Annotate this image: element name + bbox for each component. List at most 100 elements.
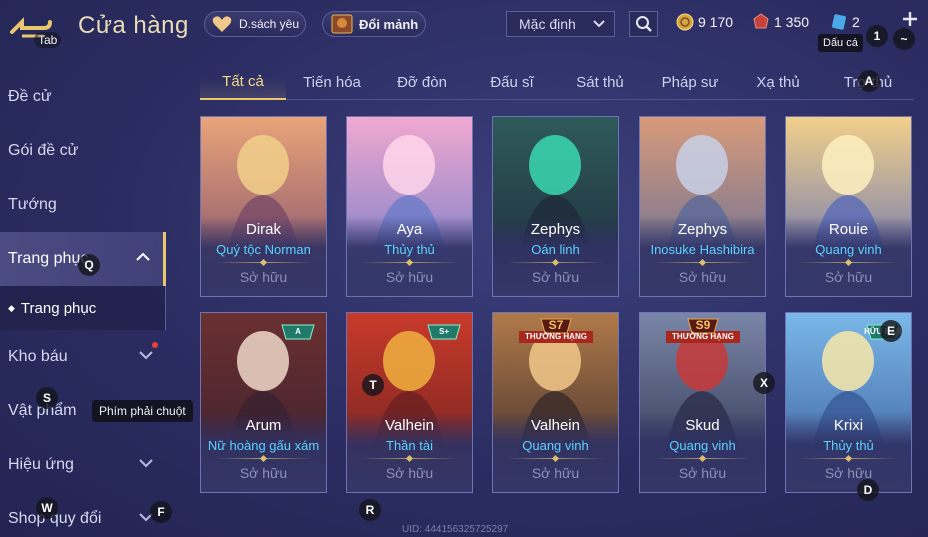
hero-name: Aya (396, 221, 423, 238)
tier-badge: S+ (424, 321, 464, 345)
card-divider (654, 262, 751, 263)
hero-name: Zephys (530, 221, 581, 238)
card-divider (800, 262, 897, 263)
exchange-label: Đổi mảnh (359, 16, 419, 32)
tab-fighter[interactable]: Đấu sĩ (470, 64, 554, 100)
wishlist-button[interactable]: D.sách yêu (204, 11, 306, 37)
category-tabs: Tất cả Tiến hóa Đỡ đòn Đấu sĩ Sát thủ Ph… (200, 64, 914, 100)
chevron-down-icon (139, 459, 153, 468)
skin-card[interactable]: Aya Thủy thủ Sở hữu (346, 116, 473, 297)
tab-all[interactable]: Tất cả (200, 64, 286, 100)
tab-assassin[interactable]: Sát thủ (558, 64, 642, 100)
skin-card[interactable]: Zephys Inosuke Hashibira Sở hữu (639, 116, 766, 297)
owned-status: Sở hữu (239, 269, 288, 285)
heart-icon (211, 14, 233, 34)
season-reward-badge: S9 THƯỞNG HẠNG (664, 317, 742, 347)
key-hint-d: D (857, 479, 879, 501)
voucher-currency: 2 (830, 13, 860, 31)
user-id: UID: 444156325725297 (402, 524, 509, 535)
tier-badge-label: A (295, 327, 301, 336)
right-click-tooltip: Phím phải chuột (92, 400, 193, 422)
skin-name: Nữ hoàng gấu xám (207, 438, 320, 453)
season-label: S7 (548, 318, 564, 332)
wishlist-label: D.sách yêu (239, 17, 300, 31)
skin-card[interactable]: Valhein Quang vinh Sở hữu S7 THƯỞNG HẠNG (492, 312, 619, 493)
exchange-shards-button[interactable]: Đổi mảnh (322, 11, 426, 37)
skin-card[interactable]: Arum Nữ hoàng gấu xám Sở hữu A (200, 312, 327, 493)
sidebar-item-label: Gói đề cử (8, 142, 79, 159)
search-icon (635, 16, 652, 32)
tab-marksman[interactable]: Xạ thủ (736, 64, 820, 100)
skin-name: Quang vinh (522, 438, 589, 453)
skin-card[interactable]: Valhein Thần tài Sở hữu S+ (346, 312, 473, 493)
card-divider (361, 262, 458, 263)
sidebar-item-featured[interactable]: Đề cử (0, 70, 166, 124)
sidebar-item-label: Hiệu ứng (8, 456, 74, 473)
sidebar-item-heroes[interactable]: Tướng (0, 178, 166, 232)
sidebar-item-exchange-shop[interactable]: Shop quy đổi (0, 492, 166, 537)
owned-status: Sở hữu (385, 465, 434, 481)
owned-status: Sở hữu (824, 465, 873, 481)
skin-card[interactable]: Rouie Quang vinh Sở hữu (785, 116, 912, 297)
skin-name: Inosuke Hashibira (650, 242, 755, 257)
gold-currency: 9 170 (676, 13, 733, 31)
card-divider (215, 458, 312, 459)
sidebar-subitem-label: Trang phục (20, 299, 97, 317)
key-hint-a: A (858, 70, 880, 92)
card-divider (507, 458, 604, 459)
search-button[interactable] (629, 11, 658, 37)
owned-status: Sở hữu (824, 269, 873, 285)
skin-name: Thần tài (386, 438, 433, 453)
owned-status: Sở hữu (385, 269, 434, 285)
key-hint-r: R (359, 499, 381, 521)
skin-name: Thủy thủ (384, 242, 435, 257)
shard-chest-icon (331, 14, 353, 34)
tab-evolution[interactable]: Tiến hóa (290, 64, 374, 100)
tier-badge-label: S+ (438, 327, 449, 336)
sidebar-item-featured-bundles[interactable]: Gói đề cử (0, 124, 166, 178)
owned-status: Sở hữu (678, 269, 727, 285)
hero-name: Rouie (828, 221, 869, 238)
skin-name: Quý tộc Norman (216, 242, 311, 257)
key-hint-1: 1 (866, 25, 888, 47)
sidebar-item-label: Tướng (8, 196, 57, 213)
skin-card[interactable]: Dirak Quý tộc Norman Sở hữu (200, 116, 327, 297)
ruby-amount: 1 350 (774, 14, 810, 30)
chevron-down-icon (593, 20, 605, 28)
skin-name: Thủy thủ (823, 438, 874, 453)
tab-mage[interactable]: Pháp sư (648, 64, 732, 100)
skin-name: Oán linh (531, 242, 580, 257)
ruby-currency: 1 350 (752, 13, 809, 31)
back-button[interactable]: Tab (8, 12, 64, 48)
hero-name: Dirak (245, 221, 281, 238)
card-divider (215, 262, 312, 263)
tab-key-hint: Tab (34, 32, 62, 48)
sort-value: Mặc định (519, 16, 576, 32)
sort-dropdown[interactable]: Mặc định (506, 11, 615, 37)
key-hint-tilde: ~ (893, 28, 915, 50)
sidebar-subitem-skins[interactable]: ◆ Trang phục (0, 286, 166, 330)
tab-tank[interactable]: Đỡ đòn (380, 64, 464, 100)
owned-status: Sở hữu (678, 465, 727, 481)
sidebar: Đề cử Gói đề cử Tướng Trang phục ◆ Trang… (0, 70, 168, 537)
season-sub-label: THƯỞNG HẠNG (525, 332, 587, 341)
season-reward-badge: S7 THƯỞNG HẠNG (517, 317, 595, 347)
skin-card[interactable]: Skud Quang vinh Sở hữu S9 THƯỞNG HẠNG (639, 312, 766, 493)
hero-name: Skud (685, 417, 720, 434)
tier-badge: A (278, 321, 318, 345)
key-hint-e: E (880, 320, 902, 342)
sidebar-item-treasure[interactable]: Kho báu (0, 330, 166, 384)
hero-name: Zephys (677, 221, 728, 238)
plus-icon (903, 12, 917, 26)
card-divider (507, 262, 604, 263)
hero-name: Arum (245, 417, 282, 434)
skin-card[interactable]: Zephys Oán linh Sở hữu (492, 116, 619, 297)
season-sub-label: THƯỞNG HẠNG (672, 332, 734, 341)
card-divider (800, 458, 897, 459)
add-currency-button[interactable] (901, 10, 919, 28)
ruby-icon (752, 13, 770, 31)
sidebar-item-label: Trang phục (8, 250, 89, 267)
sidebar-item-effects[interactable]: Hiệu ứng (0, 438, 166, 492)
key-hint-x: X (753, 372, 775, 394)
owned-status: Sở hữu (239, 465, 288, 481)
